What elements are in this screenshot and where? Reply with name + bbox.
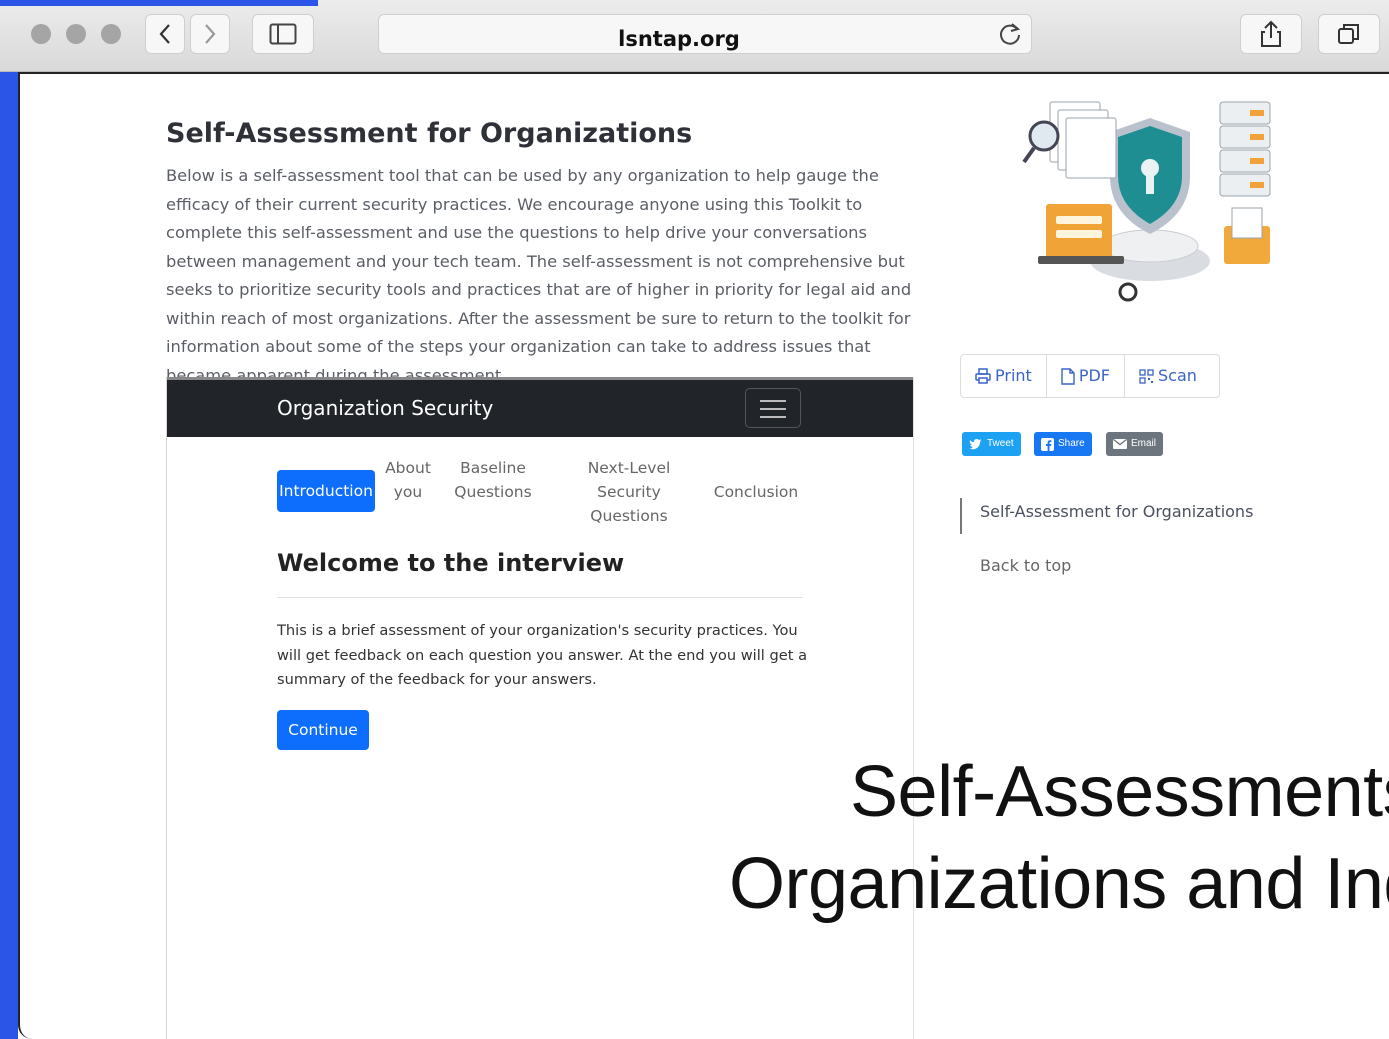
security-illustration bbox=[1022, 101, 1271, 302]
continue-button[interactable]: Continue bbox=[277, 710, 369, 750]
menu-toggle-button[interactable] bbox=[745, 388, 801, 428]
url-text: lsntap.org bbox=[618, 27, 740, 51]
share-icon bbox=[1261, 20, 1281, 47]
step-about-you[interactable]: About you bbox=[381, 456, 435, 504]
close-window-button[interactable] bbox=[31, 24, 51, 44]
overlay-caption-line-2: Organizations and Ind bbox=[729, 844, 1389, 924]
facebook-share-button[interactable]: Share bbox=[1034, 432, 1092, 456]
hamburger-icon bbox=[760, 408, 786, 410]
hamburger-icon bbox=[760, 416, 786, 418]
interview-frame: Organization Security Introduction About… bbox=[166, 377, 914, 1039]
print-icon bbox=[975, 368, 991, 384]
share-button[interactable] bbox=[1240, 14, 1302, 54]
back-button[interactable] bbox=[145, 14, 185, 54]
scan-button[interactable]: Scan bbox=[1125, 355, 1211, 397]
divider bbox=[277, 597, 803, 598]
page-viewport: Self-Assessment for Organizations Below … bbox=[10, 72, 1389, 1039]
facebook-icon bbox=[1041, 437, 1054, 451]
tabs-overview-button[interactable] bbox=[1318, 14, 1380, 54]
step-label: Questions bbox=[454, 483, 532, 501]
step-conclusion[interactable]: Conclusion bbox=[711, 480, 801, 504]
step-label: Questions bbox=[590, 507, 668, 525]
address-bar[interactable]: lsntap.org bbox=[378, 14, 1032, 54]
print-label: Print bbox=[995, 366, 1032, 385]
chevron-left-icon bbox=[159, 24, 170, 44]
print-button[interactable]: Print bbox=[961, 355, 1047, 397]
interview-heading: Welcome to the interview bbox=[277, 549, 625, 577]
page-content: Self-Assessment for Organizations Below … bbox=[18, 72, 1389, 1039]
reload-icon[interactable] bbox=[997, 21, 1023, 47]
scan-label: Scan bbox=[1157, 366, 1197, 385]
forward-button[interactable] bbox=[190, 14, 230, 54]
intro-paragraph: Below is a self-assessment tool that can… bbox=[166, 166, 912, 385]
tweet-button[interactable]: Tweet bbox=[962, 432, 1021, 456]
twitter-icon bbox=[969, 439, 982, 450]
envelope-icon bbox=[1113, 439, 1127, 449]
sidebar-icon bbox=[269, 23, 297, 45]
interview-navbar: Organization Security bbox=[167, 377, 913, 437]
browser-toolbar: lsntap.org bbox=[0, 0, 1389, 72]
share-label: Share bbox=[1058, 438, 1085, 449]
zoom-window-button[interactable] bbox=[101, 24, 121, 44]
toc-item-self-assessment[interactable]: Self-Assessment for Organizations bbox=[980, 502, 1253, 521]
sidebar-toggle-button[interactable] bbox=[252, 14, 314, 54]
step-baseline-questions[interactable]: Baseline Questions bbox=[450, 456, 536, 504]
step-label: About bbox=[385, 459, 431, 477]
step-next-level-questions[interactable]: Next-Level Security Questions bbox=[555, 456, 703, 528]
email-share-button[interactable]: Email bbox=[1106, 432, 1164, 456]
interview-body: This is a brief assessment of your organ… bbox=[277, 622, 808, 688]
page-title: Self-Assessment for Organizations bbox=[166, 118, 693, 149]
pdf-label: PDF bbox=[1078, 366, 1110, 385]
email-label: Email bbox=[1131, 438, 1157, 449]
step-label: Next-Level Security bbox=[587, 459, 671, 501]
qr-code-icon bbox=[1139, 368, 1154, 384]
tool-button-group: Print PDF Scan bbox=[960, 354, 1220, 398]
tab-progress-accent bbox=[0, 0, 318, 6]
step-introduction[interactable]: Introduction bbox=[277, 470, 375, 512]
overlay-caption-line-1: Self-Assessments bbox=[850, 752, 1389, 832]
minimize-window-button[interactable] bbox=[66, 24, 86, 44]
step-label: you bbox=[393, 483, 423, 501]
hamburger-icon bbox=[760, 400, 786, 402]
tweet-label: Tweet bbox=[987, 438, 1014, 449]
chevron-right-icon bbox=[205, 24, 216, 44]
pdf-button[interactable]: PDF bbox=[1047, 355, 1125, 397]
toc-active-indicator bbox=[960, 498, 962, 534]
file-icon bbox=[1061, 367, 1075, 385]
back-to-top-link[interactable]: Back to top bbox=[980, 556, 1071, 575]
step-label: Baseline bbox=[460, 459, 526, 477]
tabs-icon bbox=[1338, 24, 1359, 44]
interview-title[interactable]: Organization Security bbox=[277, 396, 493, 420]
